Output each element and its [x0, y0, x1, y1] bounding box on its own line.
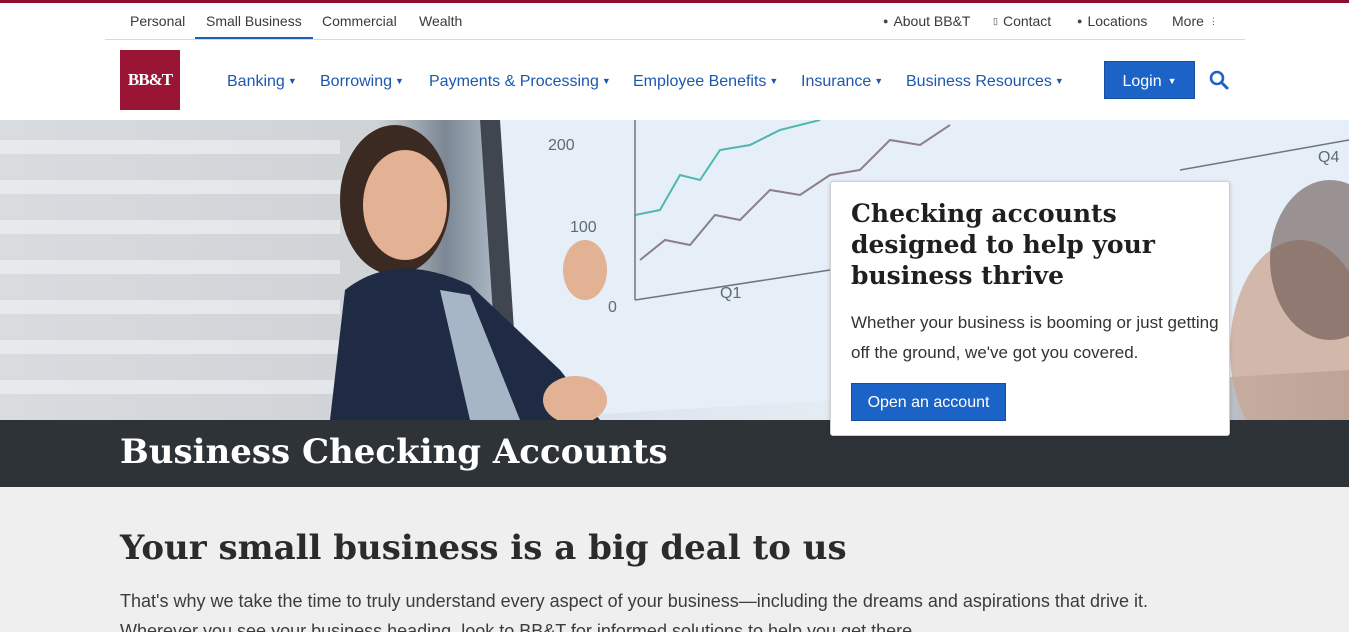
- segment-commercial[interactable]: Commercial: [322, 3, 397, 39]
- contact-label: Contact: [1002, 13, 1052, 29]
- caret-down-icon: ▼: [395, 76, 404, 86]
- site-header: Personal Small Business Commercial Wealt…: [0, 3, 1349, 120]
- chart-label-0: 0: [608, 299, 617, 316]
- nav-banking-label: Banking: [227, 73, 285, 90]
- caret-down-icon: ▼: [287, 76, 297, 86]
- segment-wealth[interactable]: Wealth: [419, 3, 462, 39]
- locations-label: Locations: [1087, 13, 1148, 29]
- section-heading: Your small business is a big deal to us: [120, 528, 847, 568]
- hero-card-text: Whether your business is booming or just…: [851, 313, 1219, 362]
- nav-business-resources[interactable]: Business Resources ▼: [906, 69, 1064, 93]
- section-intro-text: That's why we take the time to truly und…: [120, 591, 1148, 632]
- nav-payments[interactable]: Payments & Processing ▼: [429, 69, 611, 93]
- map-pin-icon: ●: [1077, 16, 1083, 26]
- bbt-logo[interactable]: BB&T: [120, 50, 180, 110]
- nav-insurance[interactable]: Insurance ▼: [801, 69, 883, 93]
- caret-down-icon: ▼: [1054, 76, 1064, 86]
- nav-payments-label: Payments & Processing: [429, 73, 599, 90]
- nav-banking[interactable]: Banking ▼: [227, 69, 297, 93]
- caret-down-icon: ▼: [874, 76, 884, 86]
- caret-down-icon: ▼: [601, 76, 611, 86]
- open-account-button[interactable]: Open an account: [851, 383, 1006, 421]
- nav-employee-label: Employee Benefits: [633, 73, 767, 90]
- locations-link[interactable]: ● Locations: [1077, 3, 1147, 39]
- chart-label-100: 100: [570, 219, 597, 236]
- nav-insurance-label: Insurance: [801, 73, 872, 90]
- segment-personal[interactable]: Personal: [130, 3, 185, 39]
- chart-label-q4: Q4: [1318, 149, 1339, 166]
- more-label: More: [1172, 13, 1204, 29]
- about-link[interactable]: ● About BB&T: [883, 3, 970, 39]
- utility-bar: Personal Small Business Commercial Wealt…: [105, 3, 1245, 40]
- about-label: About BB&T: [893, 13, 971, 29]
- login-button[interactable]: Login ▼: [1104, 61, 1195, 99]
- caret-down-icon: ▼: [1167, 76, 1177, 86]
- segment-small-business[interactable]: Small Business: [195, 3, 313, 39]
- more-dots-icon: ⋮: [1208, 16, 1218, 26]
- chart-label-q1: Q1: [720, 285, 741, 302]
- search-icon[interactable]: [1208, 69, 1230, 91]
- contact-link[interactable]: ▯ Contact: [993, 3, 1051, 39]
- hero-card-heading: Checking accounts designed to help your …: [851, 199, 1155, 290]
- nav-employee-benefits[interactable]: Employee Benefits ▼: [633, 69, 778, 93]
- chart-label-200: 200: [548, 137, 575, 154]
- nav-borrowing[interactable]: Borrowing ▼: [320, 69, 404, 93]
- more-menu[interactable]: More ⋮: [1172, 3, 1218, 39]
- person-icon: ●: [883, 16, 889, 26]
- login-label: Login: [1122, 73, 1162, 90]
- phone-icon: ▯: [993, 16, 998, 26]
- hero-card: Checking accounts designed to help your …: [830, 181, 1230, 436]
- nav-borrowing-label: Borrowing: [320, 73, 393, 90]
- caret-down-icon: ▼: [769, 76, 779, 86]
- page-title: Business Checking Accounts: [120, 432, 668, 472]
- nav-resources-label: Business Resources: [906, 73, 1052, 90]
